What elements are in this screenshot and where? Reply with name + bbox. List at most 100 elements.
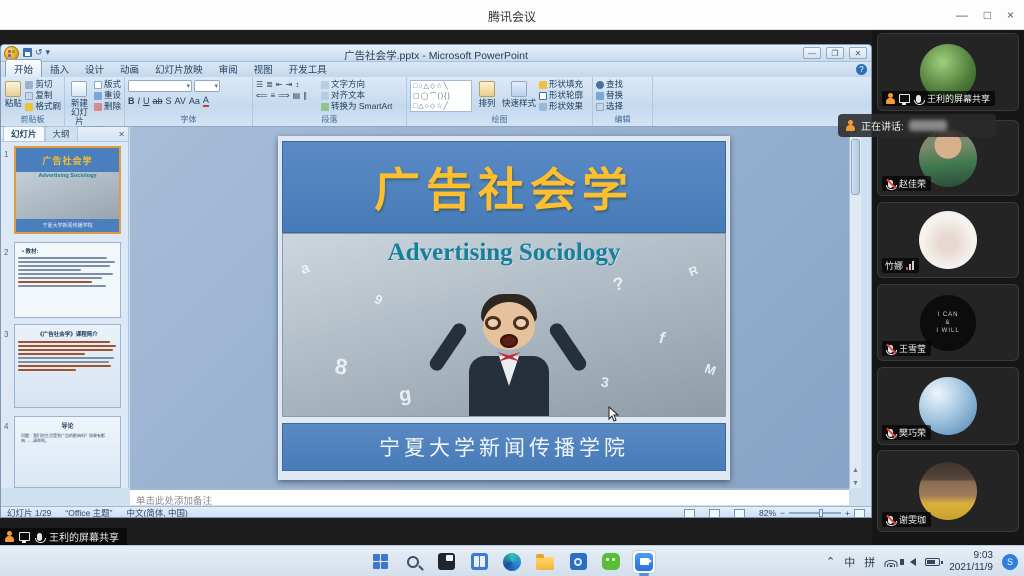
indent-increase-icon[interactable]: ⇥ <box>286 80 293 89</box>
shape-fill-button[interactable]: 形状填充 <box>539 80 583 89</box>
screen-share-banner[interactable]: 王利的屏幕共享 <box>0 528 127 545</box>
font-name-input[interactable] <box>128 80 192 92</box>
new-slide-button[interactable]: 新建幻灯片 <box>68 80 91 126</box>
numbering-icon[interactable]: ≣ <box>266 80 273 89</box>
strikethrough-button[interactable]: ab <box>153 96 163 106</box>
ime-language-indicator[interactable]: 中 <box>844 554 855 570</box>
participant-tile[interactable]: 王利的屏幕共享 <box>877 33 1019 111</box>
ime-mode-indicator[interactable]: 拼 <box>864 554 875 570</box>
participant-tile[interactable]: 谢雯珈 <box>877 450 1019 532</box>
font-color-button[interactable]: A <box>203 95 209 107</box>
ppt-restore-icon[interactable]: ❐ <box>826 47 844 59</box>
character-spacing-button[interactable]: AV <box>175 96 186 106</box>
indent-decrease-icon[interactable]: ⇤ <box>276 80 283 89</box>
next-slide-icon[interactable]: ▼ <box>850 480 861 487</box>
slide-thumbnail-1[interactable]: 广告社会学 Advertising Sociology 宁夏大学新闻传播学院 <box>14 146 121 234</box>
taskbar-clock[interactable]: 9:03 2021/11/9 <box>949 550 993 574</box>
battery-icon[interactable] <box>925 558 940 566</box>
zoom-slider-thumb[interactable] <box>819 509 823 517</box>
align-text-button[interactable]: 对齐文本 <box>321 91 392 100</box>
edge-button[interactable] <box>500 550 524 574</box>
format-painter-button[interactable]: 格式刷 <box>25 102 61 111</box>
zoom-in-icon[interactable]: + <box>845 508 850 518</box>
slide-canvas[interactable]: 广告社会学 a 8 9 ? f R 3 g M k <box>278 136 730 480</box>
taskbar-app-1[interactable] <box>434 550 458 574</box>
wechat-button[interactable] <box>599 550 623 574</box>
slide-title-box[interactable]: 广告社会学 <box>282 141 726 233</box>
participant-tile[interactable]: 竹娜 <box>877 202 1019 278</box>
notes-pane[interactable]: 单击此处添加备注 <box>130 488 849 505</box>
language-status[interactable]: 中文(简体, 中国) <box>126 507 187 518</box>
panel-close-icon[interactable]: ✕ <box>118 130 125 139</box>
replace-button[interactable]: 替换 <box>596 91 623 100</box>
align-right-icon[interactable]: ⟹ <box>278 91 289 100</box>
bold-button[interactable]: B <box>128 96 135 106</box>
speaker-icon[interactable] <box>910 558 916 566</box>
underline-button[interactable]: U <box>143 96 150 106</box>
shapes-gallery[interactable]: □○△◇☆╲▢◯⌒(){}□△○◇☆╱ <box>410 80 472 112</box>
tab-review[interactable]: 审阅 <box>211 60 246 77</box>
ppt-close-icon[interactable]: ✕ <box>849 47 867 59</box>
wifi-icon[interactable] <box>884 557 897 567</box>
start-button[interactable] <box>368 550 392 574</box>
copy-button[interactable]: 复制 <box>25 91 61 100</box>
help-icon[interactable]: ? <box>856 64 867 75</box>
delete-button[interactable]: 删除 <box>94 102 121 111</box>
justify-icon[interactable]: ▤ <box>293 91 301 100</box>
slide-thumbnail-3[interactable]: 《广告社会学》课程简介 <box>14 324 121 408</box>
maximize-icon[interactable]: □ <box>984 8 991 22</box>
text-direction-button[interactable]: 文字方向 <box>321 80 392 89</box>
vertical-scrollbar[interactable]: ▲ ▲ ▼ <box>849 127 861 488</box>
meeting-app-button[interactable] <box>632 550 656 574</box>
align-left-icon[interactable]: ⟸ <box>256 91 267 100</box>
widgets-button[interactable] <box>467 550 491 574</box>
tab-home[interactable]: 开始 <box>5 59 42 77</box>
select-button[interactable]: 选择 <box>596 102 623 111</box>
tab-developer[interactable]: 开发工具 <box>281 60 335 77</box>
panel-tab-outline[interactable]: 大纲 <box>45 126 78 141</box>
ppt-minimize-icon[interactable]: — <box>803 47 821 59</box>
slide-sorter-icon[interactable] <box>709 509 720 518</box>
participant-tile[interactable]: I CAN & I WILL 王雪莹 <box>877 284 1019 361</box>
panel-tab-slides[interactable]: 幻灯片 <box>3 126 45 141</box>
columns-icon[interactable]: ∥ <box>303 91 307 100</box>
layout-button[interactable]: 版式 <box>94 80 121 89</box>
zoom-slider[interactable] <box>789 512 841 514</box>
minimize-icon[interactable]: — <box>956 8 968 22</box>
shape-outline-button[interactable]: 形状轮廓 <box>539 91 583 100</box>
file-explorer-button[interactable] <box>533 550 557 574</box>
shadow-button[interactable]: S <box>166 96 172 106</box>
slide-thumbnail-2[interactable]: • 教材: <box>14 242 121 318</box>
zoom-out-icon[interactable]: − <box>780 508 785 518</box>
close-icon[interactable]: × <box>1007 8 1014 22</box>
slide-footer-box[interactable]: 宁夏大学新闻传播学院 <box>282 423 726 471</box>
shape-effects-button[interactable]: 形状效果 <box>539 102 583 111</box>
tab-design[interactable]: 设计 <box>77 60 112 77</box>
tab-animations[interactable]: 动画 <box>112 60 147 77</box>
fit-to-window-icon[interactable] <box>854 509 865 518</box>
search-button[interactable] <box>401 550 425 574</box>
font-size-input[interactable] <box>194 80 220 92</box>
paste-button[interactable]: 粘贴 <box>4 80 22 115</box>
slideshow-icon[interactable] <box>734 509 745 518</box>
tab-slideshow[interactable]: 幻灯片放映 <box>147 60 211 77</box>
taskbar-app-2[interactable] <box>566 550 590 574</box>
notification-badge[interactable]: S <box>1002 554 1018 570</box>
slide-thumbnail-4[interactable]: 导论 问题：我们的生活受到广告的影响吗？如果有影响……请举例。 <box>14 416 121 488</box>
normal-view-icon[interactable] <box>684 509 695 518</box>
tab-insert[interactable]: 插入 <box>42 60 77 77</box>
tray-expand-icon[interactable]: ⌃ <box>826 555 835 568</box>
quick-styles-button[interactable]: 快速样式 <box>502 80 536 115</box>
line-spacing-icon[interactable]: ↕ <box>295 80 299 89</box>
previous-slide-icon[interactable]: ▲ <box>850 467 861 474</box>
participant-tile[interactable]: 樊巧荣 <box>877 367 1019 445</box>
bullets-icon[interactable]: ☰ <box>256 80 263 89</box>
reset-button[interactable]: 重设 <box>94 91 121 100</box>
arrange-button[interactable]: 排列 <box>475 80 499 115</box>
tab-view[interactable]: 视图 <box>246 60 281 77</box>
find-button[interactable]: 查找 <box>596 80 623 89</box>
italic-button[interactable]: I <box>138 96 141 106</box>
cut-button[interactable]: 剪切 <box>25 80 61 89</box>
scrollbar-thumb[interactable] <box>851 139 860 195</box>
align-center-icon[interactable]: ≡ <box>270 91 275 100</box>
